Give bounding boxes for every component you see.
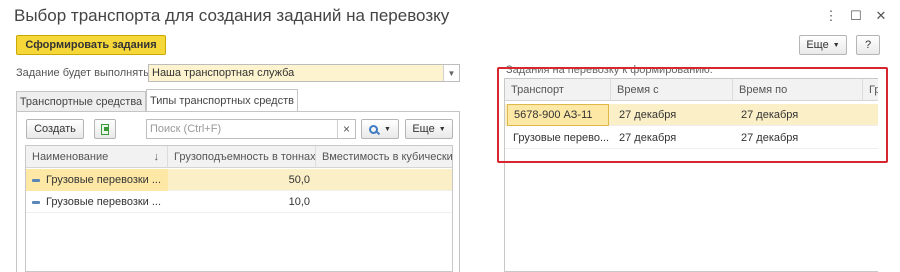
close-icon[interactable]: ✕ [874,8,888,24]
dropdown-icon[interactable]: ▼ [443,65,459,81]
search-placeholder: Поиск (Ctrl+F) [150,123,222,135]
table-header: Наименование ↓ Грузоподъемность в тоннах… [26,146,452,168]
chevron-down-icon: ▼ [438,125,446,133]
cell-volume [316,169,452,191]
column-header-name-label: Наименование [32,151,109,163]
column-header-name[interactable]: Наименование ↓ [26,146,168,168]
search-input[interactable]: Поиск (Ctrl+F) × [146,119,356,139]
cell-name: Грузовые перевозки ... [26,169,168,191]
tab-vehicle-types[interactable]: Типы транспортных средств [146,89,298,111]
sort-desc-icon: ↓ [153,151,160,163]
group-item-icon [32,200,40,204]
vehicle-types-table[interactable]: Наименование ↓ Грузоподъемность в тоннах… [25,145,453,272]
cell-volume [316,191,452,213]
column-header-capacity[interactable]: Грузоподъемность в тоннах [168,146,316,168]
help-button[interactable]: ? [856,35,880,55]
window-title: Выбор транспорта для создания заданий на… [14,6,450,25]
more-menu-label: Еще [806,39,829,51]
cell-capacity: 10,0 [288,196,310,208]
table-row[interactable]: Грузовые перевозки ... 50,0 [26,169,452,191]
left-more-label: Еще [412,123,435,135]
table-row[interactable]: Грузовые перевозки ... 10,0 [26,191,452,213]
cell-name-text: Грузовые перевозки ... [46,174,162,186]
tab-vehicles[interactable]: Транспортные средства [16,91,146,111]
clear-search-icon[interactable]: × [337,120,355,138]
highlight-frame [497,67,888,163]
column-header-volume[interactable]: Вместимость в кубических [316,146,452,168]
cell-name-text: Грузовые перевозки ... [46,196,162,208]
left-more-button[interactable]: Еще ▼ [405,119,453,139]
dialog-window: Выбор транспорта для создания заданий на… [0,0,900,272]
search-button[interactable]: ▼ [361,119,399,139]
chevron-down-icon: ▼ [832,41,840,49]
maximize-icon[interactable]: ☐ [849,8,863,24]
copy-button[interactable] [94,119,116,139]
copy-icon [101,123,109,135]
cell-name: Грузовые перевозки ... [26,191,168,213]
more-menu-button[interactable]: Еще ▼ [799,35,847,55]
create-button[interactable]: Создать [26,119,84,139]
executor-label: Задание будет выполнять: [16,67,153,79]
more-actions-icon[interactable]: ⋮ [824,8,838,24]
cell-capacity: 50,0 [288,174,310,186]
chevron-down-icon: ▼ [384,125,391,133]
generate-tasks-button[interactable]: Сформировать задания [16,35,166,55]
executor-value: Наша транспортная служба [152,67,295,79]
search-icon [369,124,379,134]
group-item-icon [32,178,40,182]
executor-field[interactable]: Наша транспортная служба ▼ [148,64,460,82]
